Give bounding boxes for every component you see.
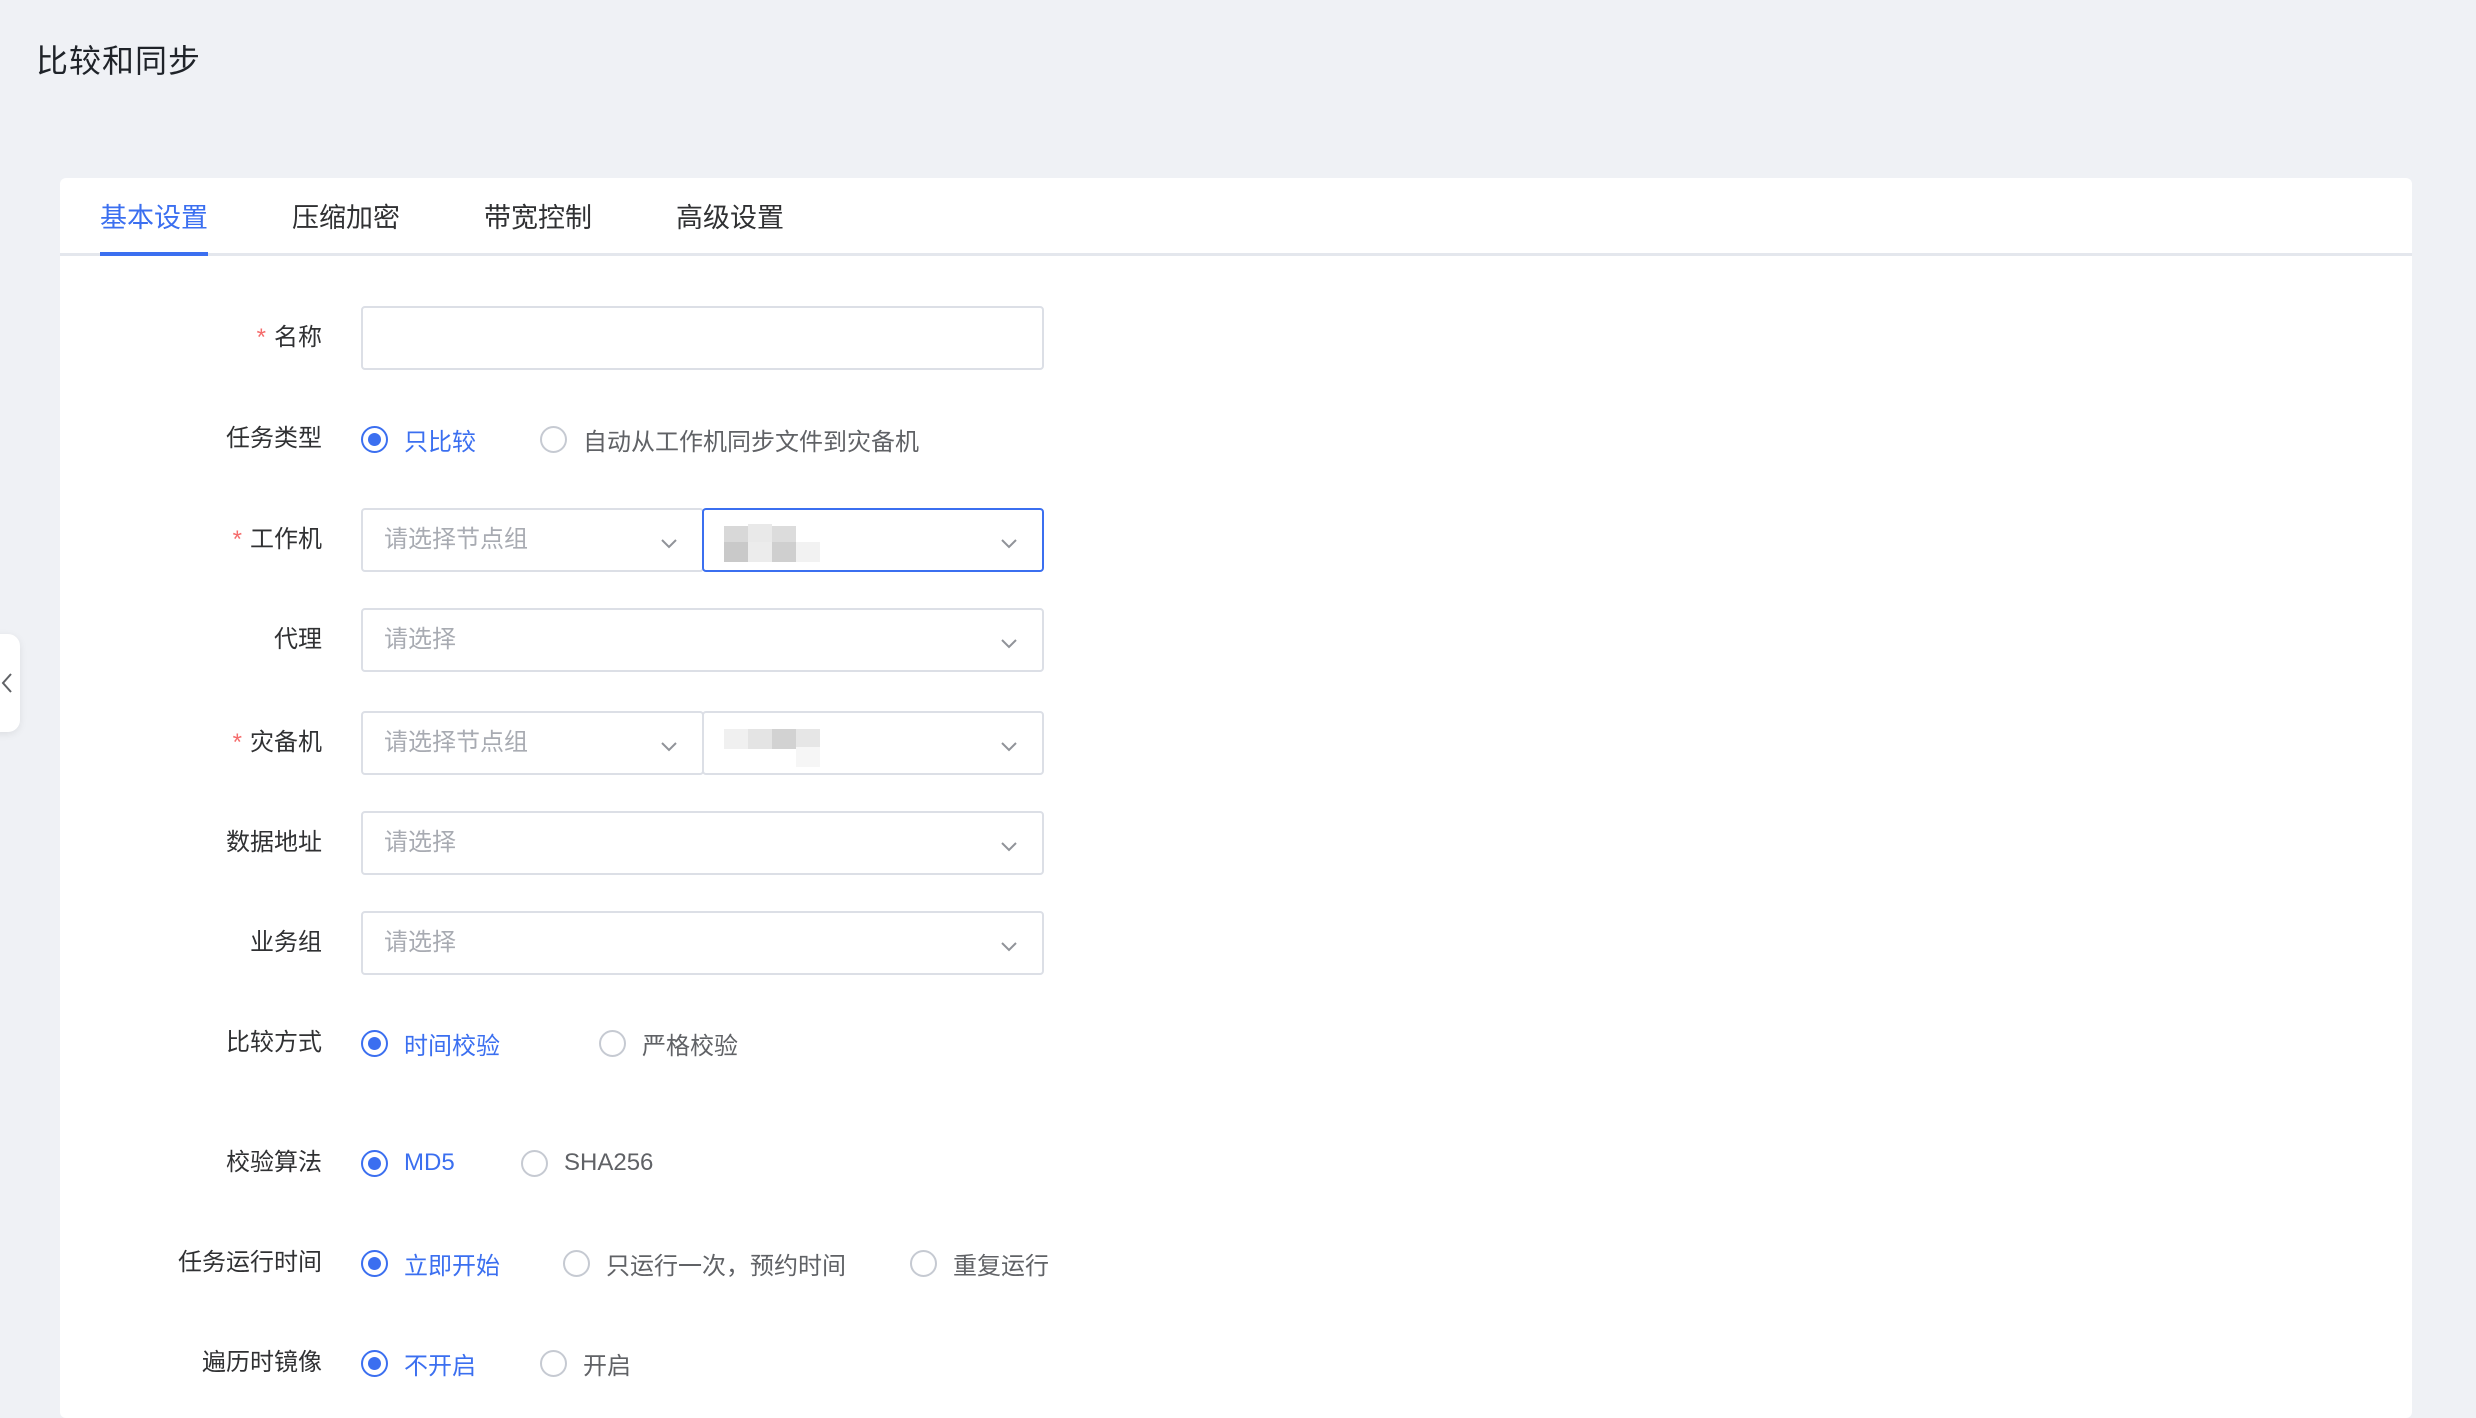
proxy-label: 代理 bbox=[274, 626, 322, 653]
run-time-radio-repeat[interactable]: 重复运行 bbox=[910, 1231, 1049, 1295]
form-row-business-group: 业务组 请选择 bbox=[60, 911, 1160, 975]
form-row-work-machine: * 工作机 请选择节点组 bbox=[60, 508, 1160, 572]
tab-bandwidth-control[interactable]: 带宽控制 bbox=[484, 200, 592, 250]
form-row-task-type: 任务类型 只比较 自动从工作机同步文件到灾备机 bbox=[60, 407, 1160, 471]
radio-dot bbox=[599, 1029, 626, 1057]
radio-dot bbox=[521, 1149, 548, 1177]
task-type-label: 任务类型 bbox=[226, 425, 322, 452]
radio-dot bbox=[540, 1349, 567, 1377]
radio-dot bbox=[361, 1149, 388, 1177]
compare-method-radio-time[interactable]: 时间校验 bbox=[361, 1011, 500, 1075]
form-row-compare-method: 比较方式 时间校验 严格校验 bbox=[60, 1011, 1160, 1075]
business-group-select[interactable]: 请选择 bbox=[361, 911, 1044, 975]
tab-compression-encryption[interactable]: 压缩加密 bbox=[292, 200, 400, 250]
chevron-down-icon bbox=[1001, 539, 1017, 549]
backup-machine-node-select[interactable] bbox=[702, 711, 1044, 775]
traverse-mirror-radio-on[interactable]: 开启 bbox=[540, 1331, 631, 1395]
page-title: 比较和同步 bbox=[36, 43, 202, 79]
name-input[interactable] bbox=[361, 306, 1044, 370]
radio-dot bbox=[361, 1349, 388, 1377]
run-time-radio-immediate[interactable]: 立即开始 bbox=[361, 1231, 500, 1295]
radio-dot bbox=[563, 1249, 590, 1277]
tab-basic-settings[interactable]: 基本设置 bbox=[100, 200, 208, 256]
tab-bar: 基本设置 压缩加密 带宽控制 高级设置 bbox=[60, 178, 2412, 256]
form-row-run-time: 任务运行时间 立即开始 只运行一次，预约时间 重复运行 bbox=[60, 1231, 1160, 1295]
run-time-label: 任务运行时间 bbox=[178, 1249, 322, 1276]
form-row-checksum-algorithm: 校验算法 MD5 SHA256 bbox=[60, 1131, 1160, 1195]
settings-card: 基本设置 压缩加密 带宽控制 高级设置 * 名称 任务类型 只比较 自动从工作机同… bbox=[60, 178, 2412, 1418]
data-address-label: 数据地址 bbox=[226, 829, 322, 856]
form-row-name: * 名称 bbox=[60, 306, 1160, 370]
chevron-down-icon bbox=[661, 742, 677, 752]
checksum-algorithm-label: 校验算法 bbox=[226, 1149, 322, 1176]
name-label: 名称 bbox=[274, 324, 322, 351]
chevron-down-icon bbox=[661, 539, 677, 549]
radio-dot bbox=[540, 425, 567, 453]
form-row-backup-machine: * 灾备机 请选择节点组 bbox=[60, 711, 1160, 775]
task-type-radio-compare-only[interactable]: 只比较 bbox=[361, 407, 476, 471]
radio-dot bbox=[361, 1029, 388, 1057]
task-type-radio-auto-sync[interactable]: 自动从工作机同步文件到灾备机 bbox=[540, 407, 919, 471]
chevron-down-icon bbox=[1001, 639, 1017, 649]
required-mark: * bbox=[232, 729, 242, 756]
checksum-radio-sha256[interactable]: SHA256 bbox=[521, 1131, 653, 1195]
backup-machine-group-select[interactable]: 请选择节点组 bbox=[361, 711, 704, 775]
chevron-left-icon bbox=[1, 673, 12, 693]
traverse-mirror-label: 遍历时镜像 bbox=[202, 1349, 322, 1376]
required-mark: * bbox=[256, 324, 266, 351]
business-group-label: 业务组 bbox=[250, 929, 322, 956]
blurred-node-value bbox=[724, 727, 844, 767]
chevron-down-icon bbox=[1001, 842, 1017, 852]
work-machine-group-select[interactable]: 请选择节点组 bbox=[361, 508, 704, 572]
traverse-mirror-radio-off[interactable]: 不开启 bbox=[361, 1331, 476, 1395]
work-machine-node-select[interactable] bbox=[702, 508, 1044, 572]
blurred-node-value bbox=[724, 524, 844, 562]
form-row-data-address: 数据地址 请选择 bbox=[60, 811, 1160, 875]
required-mark: * bbox=[232, 526, 242, 553]
sidebar-collapse-toggle[interactable] bbox=[0, 634, 20, 732]
work-machine-label: 工作机 bbox=[250, 526, 322, 553]
data-address-select[interactable]: 请选择 bbox=[361, 811, 1044, 875]
radio-dot bbox=[361, 425, 388, 453]
chevron-down-icon bbox=[1001, 742, 1017, 752]
compare-method-radio-strict[interactable]: 严格校验 bbox=[599, 1011, 738, 1075]
proxy-select[interactable]: 请选择 bbox=[361, 608, 1044, 672]
backup-machine-label: 灾备机 bbox=[250, 729, 322, 756]
form-row-proxy: 代理 请选择 bbox=[60, 608, 1160, 672]
checksum-radio-md5[interactable]: MD5 bbox=[361, 1131, 455, 1195]
run-time-radio-once-scheduled[interactable]: 只运行一次，预约时间 bbox=[563, 1231, 846, 1295]
compare-method-label: 比较方式 bbox=[226, 1029, 322, 1056]
form-row-traverse-mirror: 遍历时镜像 不开启 开启 bbox=[60, 1331, 1160, 1395]
radio-dot bbox=[361, 1249, 388, 1277]
chevron-down-icon bbox=[1001, 942, 1017, 952]
radio-dot bbox=[910, 1249, 937, 1277]
tab-advanced-settings[interactable]: 高级设置 bbox=[676, 200, 784, 250]
